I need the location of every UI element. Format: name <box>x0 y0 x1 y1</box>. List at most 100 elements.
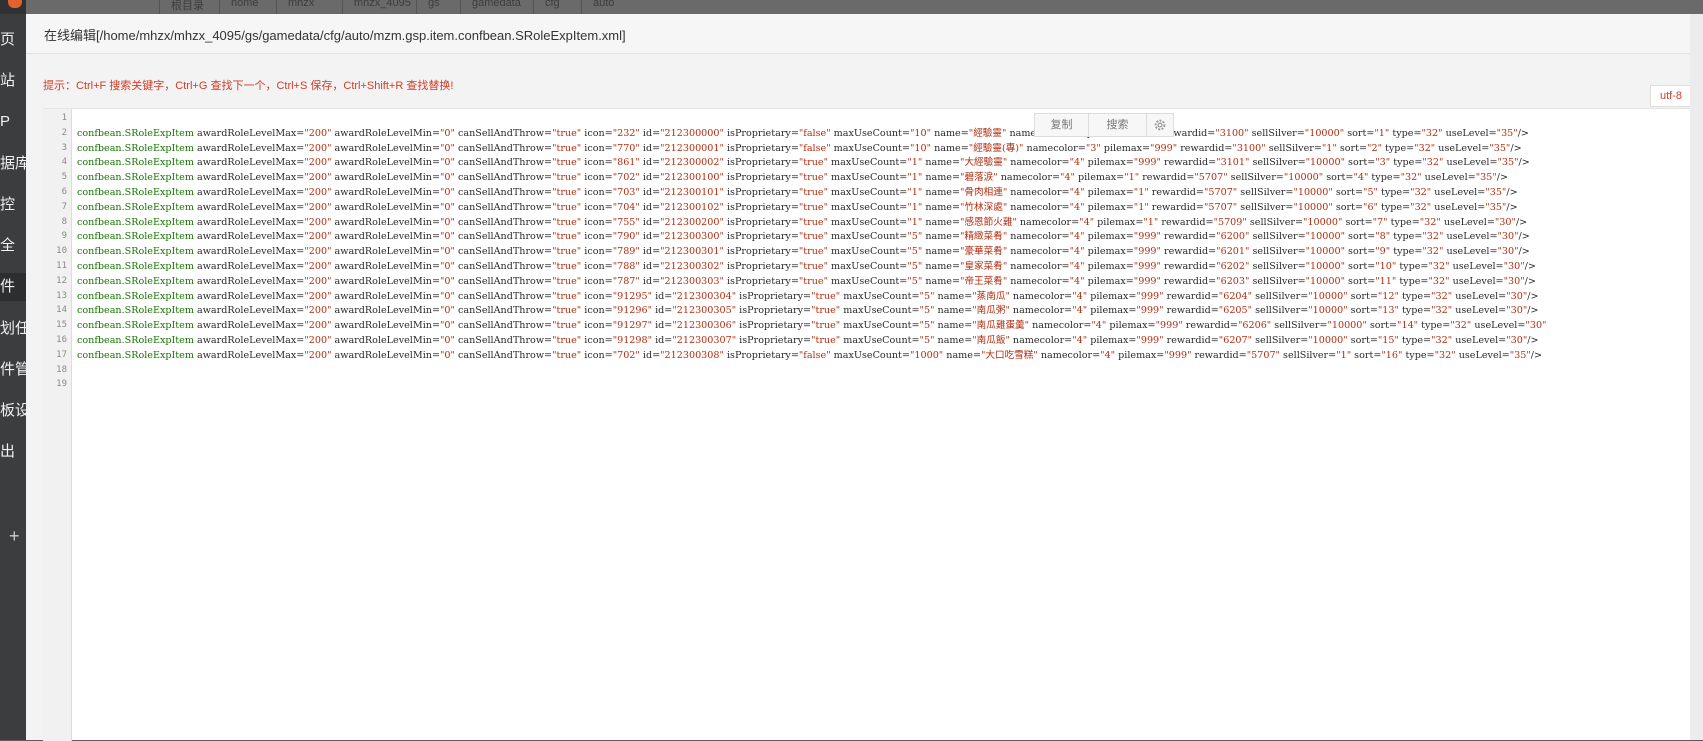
xml-attribute: awardRoleLevelMin= <box>331 201 440 213</box>
xml-attribute: awardRoleLevelMin= <box>331 127 440 139</box>
line-number: 11 <box>56 261 67 271</box>
code-line[interactable]: confbean.SRoleExpItem awardRoleLevelMax=… <box>77 289 1539 304</box>
sidebar-item[interactable]: 据库 <box>0 150 26 178</box>
breadcrumb-item[interactable]: 根目录 <box>171 0 204 13</box>
xml-value: "6201" <box>1216 246 1250 258</box>
code-line[interactable]: confbean.SRoleExpItem awardRoleLevelMax=… <box>77 126 1529 141</box>
xml-attribute: awardRoleLevelMax= <box>193 246 305 258</box>
xml-attribute: sort= <box>1345 275 1376 287</box>
xml-attribute: /> <box>1517 127 1529 139</box>
xml-value: "true" <box>552 157 582 169</box>
breadcrumb-item[interactable]: home <box>231 0 259 9</box>
code-line[interactable]: confbean.SRoleExpItem awardRoleLevelMax=… <box>77 318 1546 333</box>
xml-attribute: name= <box>922 261 961 272</box>
xml-value: "212300307" <box>672 335 737 346</box>
line-number: 13 <box>56 290 67 301</box>
xml-value: "32" <box>1419 216 1441 228</box>
xml-tag: confbean.SRoleExpItem <box>77 231 194 243</box>
breadcrumb-separator <box>533 0 534 14</box>
code-line[interactable]: confbean.SRoleExpItem awardRoleLevelMax=… <box>77 215 1527 230</box>
sidebar-item[interactable]: 控 <box>0 191 26 219</box>
sidebar-item[interactable]: 划任 <box>0 315 26 343</box>
xml-value: "經驗靈" <box>968 127 1007 139</box>
xml-value: "6" <box>1363 201 1378 213</box>
xml-attribute: type= <box>1418 320 1451 332</box>
breadcrumb-item[interactable]: mhzx_4095 <box>354 0 411 9</box>
code-line[interactable]: confbean.SRoleExpItem awardRoleLevelMax=… <box>77 229 1530 244</box>
xml-attribute: useLevel= <box>1421 172 1476 184</box>
code-line[interactable]: confbean.SRoleExpItem awardRoleLevelMax=… <box>77 303 1539 318</box>
xml-value: "4" <box>1069 231 1085 243</box>
add-icon[interactable]: + <box>9 526 20 547</box>
code-line[interactable]: confbean.SRoleExpItem awardRoleLevelMax=… <box>77 348 1542 363</box>
breadcrumb-item[interactable]: cfg <box>545 0 560 9</box>
editor-toolbar: 复制 搜索 <box>1034 113 1174 137</box>
code-line[interactable]: confbean.SRoleExpItem awardRoleLevelMax=… <box>77 170 1508 185</box>
code-line[interactable]: confbean.SRoleExpItem awardRoleLevelMax=… <box>77 185 1518 200</box>
xml-attribute: canSellAndThrow= <box>454 290 553 302</box>
xml-attribute: canSellAndThrow= <box>454 246 553 258</box>
xml-attribute: /> <box>1530 349 1543 361</box>
code-line[interactable]: confbean.SRoleExpItem awardRoleLevelMax=… <box>77 274 1536 289</box>
xml-attribute: pilemax= <box>1084 201 1134 213</box>
xml-value: "232" <box>612 127 640 139</box>
sidebar-item[interactable]: P <box>0 108 26 136</box>
xml-value: "999" <box>1164 349 1192 361</box>
breadcrumb-item[interactable]: gs <box>428 0 440 9</box>
xml-attribute: id= <box>652 290 673 302</box>
search-button[interactable]: 搜索 <box>1089 114 1147 136</box>
breadcrumb-item[interactable]: mhzx <box>288 0 314 9</box>
xml-value: "10000" <box>1305 231 1345 243</box>
sidebar-item[interactable]: 件管 <box>0 356 26 384</box>
xml-value: "4" <box>1069 201 1085 213</box>
code-editor[interactable]: 1 2 3 4 5 6 7 8 9 10 11 12 13 14 15 16 17 18 19 confbean.S… <box>43 108 1703 741</box>
xml-attribute: icon= <box>581 290 613 302</box>
xml-attribute: canSellAndThrow= <box>454 305 553 317</box>
xml-value: "999" <box>1155 320 1183 332</box>
xml-value: "200" <box>304 201 332 213</box>
code-line[interactable]: confbean.SRoleExpItem awardRoleLevelMax=… <box>77 259 1536 274</box>
line-number: 17 <box>56 349 67 360</box>
xml-value: "6202" <box>1216 261 1250 272</box>
code-area[interactable]: confbean.SRoleExpItem awardRoleLevelMax=… <box>73 109 1703 741</box>
xml-value: "32" <box>1428 261 1450 272</box>
copy-button[interactable]: 复制 <box>1035 114 1089 136</box>
xml-value: "4" <box>1072 290 1088 302</box>
xml-attribute: rewardid= <box>1148 187 1204 198</box>
sidebar-item[interactable]: 出 <box>0 438 26 466</box>
code-line[interactable]: confbean.SRoleExpItem awardRoleLevelMax=… <box>77 155 1530 170</box>
sidebar-item[interactable]: 站 <box>0 67 26 95</box>
xml-value: "5" <box>907 261 923 272</box>
xml-attribute: sellSilver= <box>1252 290 1309 302</box>
xml-attribute: namecolor= <box>1009 335 1073 346</box>
xml-attribute: pilemax= <box>1087 335 1137 346</box>
xml-attribute: icon= <box>581 335 613 346</box>
xml-attribute: useLevel= <box>1442 127 1497 139</box>
xml-attribute: type= <box>1390 231 1423 243</box>
sidebar-item[interactable]: 页 <box>0 26 26 54</box>
breadcrumb-item[interactable]: auto <box>593 0 614 9</box>
xml-value: "true" <box>798 172 828 184</box>
xml-attribute: awardRoleLevelMax= <box>193 172 305 184</box>
xml-tag: confbean.SRoleExpItem <box>77 305 194 317</box>
sidebar-item[interactable]: 板设 <box>0 397 26 425</box>
xml-attribute: awardRoleLevelMax= <box>193 201 305 213</box>
xml-value: "702" <box>612 172 640 184</box>
xml-attribute: sort= <box>1347 335 1378 346</box>
xml-value: "212300300" <box>660 231 724 243</box>
sidebar-item[interactable]: 全 <box>0 232 26 260</box>
xml-attribute: name= <box>922 187 961 198</box>
gear-icon[interactable] <box>1153 118 1167 132</box>
code-line[interactable]: confbean.SRoleExpItem awardRoleLevelMax=… <box>77 244 1530 259</box>
xml-tag: confbean.SRoleExpItem <box>77 349 194 361</box>
sidebar-item[interactable]: 件 <box>0 273 26 301</box>
xml-attribute: useLevel= <box>1449 261 1504 272</box>
xml-attribute: sort= <box>1342 216 1373 228</box>
code-line[interactable]: confbean.SRoleExpItem awardRoleLevelMax=… <box>77 200 1518 215</box>
xml-attribute: id= <box>639 127 661 139</box>
breadcrumb-item[interactable]: gamedata <box>472 0 521 9</box>
xml-value: "4" <box>1059 172 1075 184</box>
code-line[interactable]: confbean.SRoleExpItem awardRoleLevelMax=… <box>77 333 1539 348</box>
xml-value: "0" <box>439 290 455 302</box>
code-line[interactable]: confbean.SRoleExpItem awardRoleLevelMax=… <box>77 141 1522 156</box>
